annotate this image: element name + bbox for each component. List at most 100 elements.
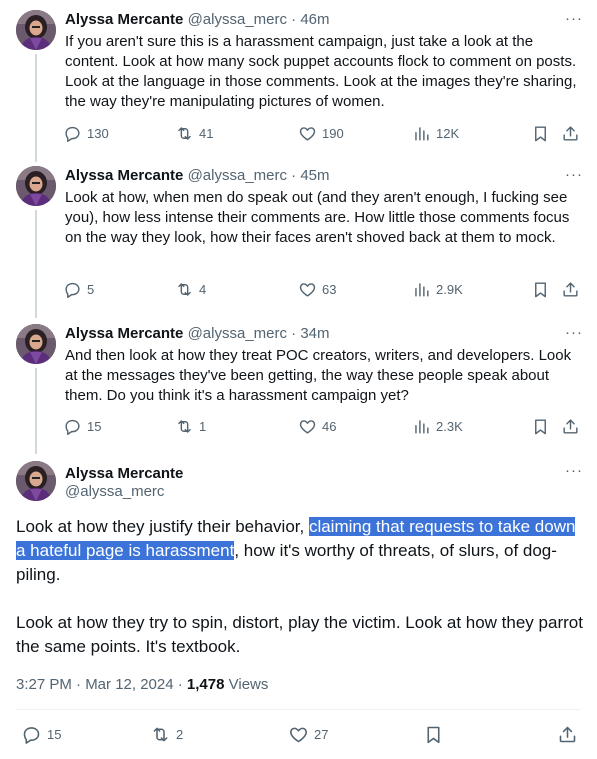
repost-count: 41 xyxy=(199,126,214,141)
repost-count: 4 xyxy=(199,282,207,297)
bookmark-button[interactable] xyxy=(531,124,550,143)
like-button[interactable]: 27 xyxy=(288,724,328,745)
main-author-handle[interactable]: @alyssa_merc xyxy=(65,482,164,502)
share-icon xyxy=(561,417,580,436)
tweet-header: Alyssa Mercante @alyssa_merc · 45m xyxy=(65,166,330,186)
like-button[interactable]: 46 xyxy=(298,417,336,436)
tweet-time[interactable]: · 34m xyxy=(291,325,329,342)
more-icon[interactable]: ··· xyxy=(565,324,583,341)
like-count: 46 xyxy=(322,419,337,434)
avatar[interactable] xyxy=(16,10,56,50)
bookmark-icon xyxy=(531,280,550,299)
views-count: 1,478 xyxy=(186,676,225,693)
reply-count: 15 xyxy=(87,419,102,434)
reply-icon xyxy=(63,280,82,299)
views-button[interactable]: 12K xyxy=(412,124,459,143)
thread-connector xyxy=(35,368,37,454)
views-count: 2.3K xyxy=(436,419,463,434)
tweet-timestamp[interactable]: 3:27 PM · Mar 12, 2024 · xyxy=(16,676,187,693)
share-button[interactable] xyxy=(561,280,580,299)
repost-icon xyxy=(175,124,194,143)
like-icon xyxy=(298,417,317,436)
reply-icon xyxy=(21,724,42,745)
like-button[interactable]: 63 xyxy=(298,280,336,299)
bookmark-button[interactable] xyxy=(423,724,444,745)
share-button[interactable] xyxy=(557,724,578,745)
views-count: 2.9K xyxy=(436,282,463,297)
repost-icon xyxy=(175,280,194,299)
thread-connector xyxy=(35,54,37,162)
like-count: 190 xyxy=(322,126,344,141)
like-icon xyxy=(288,724,309,745)
views-button[interactable]: 2.3K xyxy=(412,417,463,436)
views-count: 12K xyxy=(436,126,460,141)
reply-icon xyxy=(63,124,82,143)
bookmark-button[interactable] xyxy=(531,280,550,299)
repost-icon xyxy=(150,724,171,745)
repost-button[interactable]: 1 xyxy=(175,417,206,436)
bookmark-icon xyxy=(531,124,550,143)
reply-button[interactable]: 130 xyxy=(63,124,109,143)
tweet-text: And then look at how they treat POC crea… xyxy=(65,347,572,404)
repost-icon xyxy=(175,417,194,436)
share-button[interactable] xyxy=(561,124,580,143)
main-avatar[interactable] xyxy=(16,461,56,501)
main-tweet-text: Look at how they justify their behavior,… xyxy=(16,515,586,659)
author-handle[interactable]: @alyssa_merc xyxy=(188,325,287,342)
author-handle[interactable]: @alyssa_merc xyxy=(188,167,287,184)
like-count: 27 xyxy=(314,727,329,742)
tweet-time[interactable]: · 45m xyxy=(291,167,329,184)
repost-button[interactable]: 2 xyxy=(150,724,183,745)
bookmark-button[interactable] xyxy=(531,417,550,436)
repost-count: 1 xyxy=(199,419,207,434)
main-tweet-actions: 15 2 27 xyxy=(12,724,587,748)
tweet-header: Alyssa Mercante @alyssa_merc · 34m xyxy=(65,324,330,344)
like-button[interactable]: 190 xyxy=(298,124,344,143)
bookmark-icon xyxy=(531,417,550,436)
tweet-actions: 130 41 190 12K xyxy=(58,124,593,148)
share-icon xyxy=(561,280,580,299)
share-icon xyxy=(561,124,580,143)
tweet-text: If you aren't sure this is a harassment … xyxy=(65,33,577,110)
repost-button[interactable]: 4 xyxy=(175,280,206,299)
thread-connector xyxy=(35,210,37,318)
share-icon xyxy=(557,724,578,745)
share-button[interactable] xyxy=(561,417,580,436)
repost-button[interactable]: 41 xyxy=(175,124,213,143)
bookmark-icon xyxy=(423,724,444,745)
like-icon xyxy=(298,280,317,299)
divider xyxy=(16,709,581,710)
like-count: 63 xyxy=(322,282,337,297)
reply-icon xyxy=(63,417,82,436)
views-icon xyxy=(412,124,431,143)
repost-count: 2 xyxy=(176,727,184,742)
more-icon[interactable]: ··· xyxy=(565,166,583,183)
author-handle[interactable]: @alyssa_merc xyxy=(188,11,287,28)
author-name[interactable]: Alyssa Mercante xyxy=(65,167,183,184)
views-icon xyxy=(412,280,431,299)
author-name[interactable]: Alyssa Mercante xyxy=(65,11,183,28)
main-author-name[interactable]: Alyssa Mercante xyxy=(65,464,183,484)
avatar[interactable] xyxy=(16,166,56,206)
tweet-meta: 3:27 PM · Mar 12, 2024 · 1,478 Views xyxy=(16,675,268,695)
views-icon xyxy=(412,417,431,436)
tweet-header: Alyssa Mercante @alyssa_merc · 46m xyxy=(65,10,330,30)
reply-button[interactable]: 15 xyxy=(63,417,101,436)
tweet-text: Look at how, when men do speak out (and … xyxy=(65,189,570,246)
reply-count: 130 xyxy=(87,126,109,141)
avatar[interactable] xyxy=(16,324,56,364)
reply-button[interactable]: 5 xyxy=(63,280,94,299)
like-icon xyxy=(298,124,317,143)
more-icon[interactable]: ··· xyxy=(565,10,583,27)
tweet-time[interactable]: · 46m xyxy=(291,11,329,28)
views-button[interactable]: 2.9K xyxy=(412,280,463,299)
tweet-actions: 15 1 46 2.3K xyxy=(58,417,593,441)
reply-button[interactable]: 15 xyxy=(21,724,61,745)
more-icon[interactable]: ··· xyxy=(565,462,583,479)
author-name[interactable]: Alyssa Mercante xyxy=(65,325,183,342)
main-text-before: Look at how they justify their behavior, xyxy=(16,517,309,536)
views-label: Views xyxy=(224,676,269,693)
reply-count: 15 xyxy=(47,727,62,742)
reply-count: 5 xyxy=(87,282,95,297)
tweet-actions: 5 4 63 2.9K xyxy=(58,280,593,304)
